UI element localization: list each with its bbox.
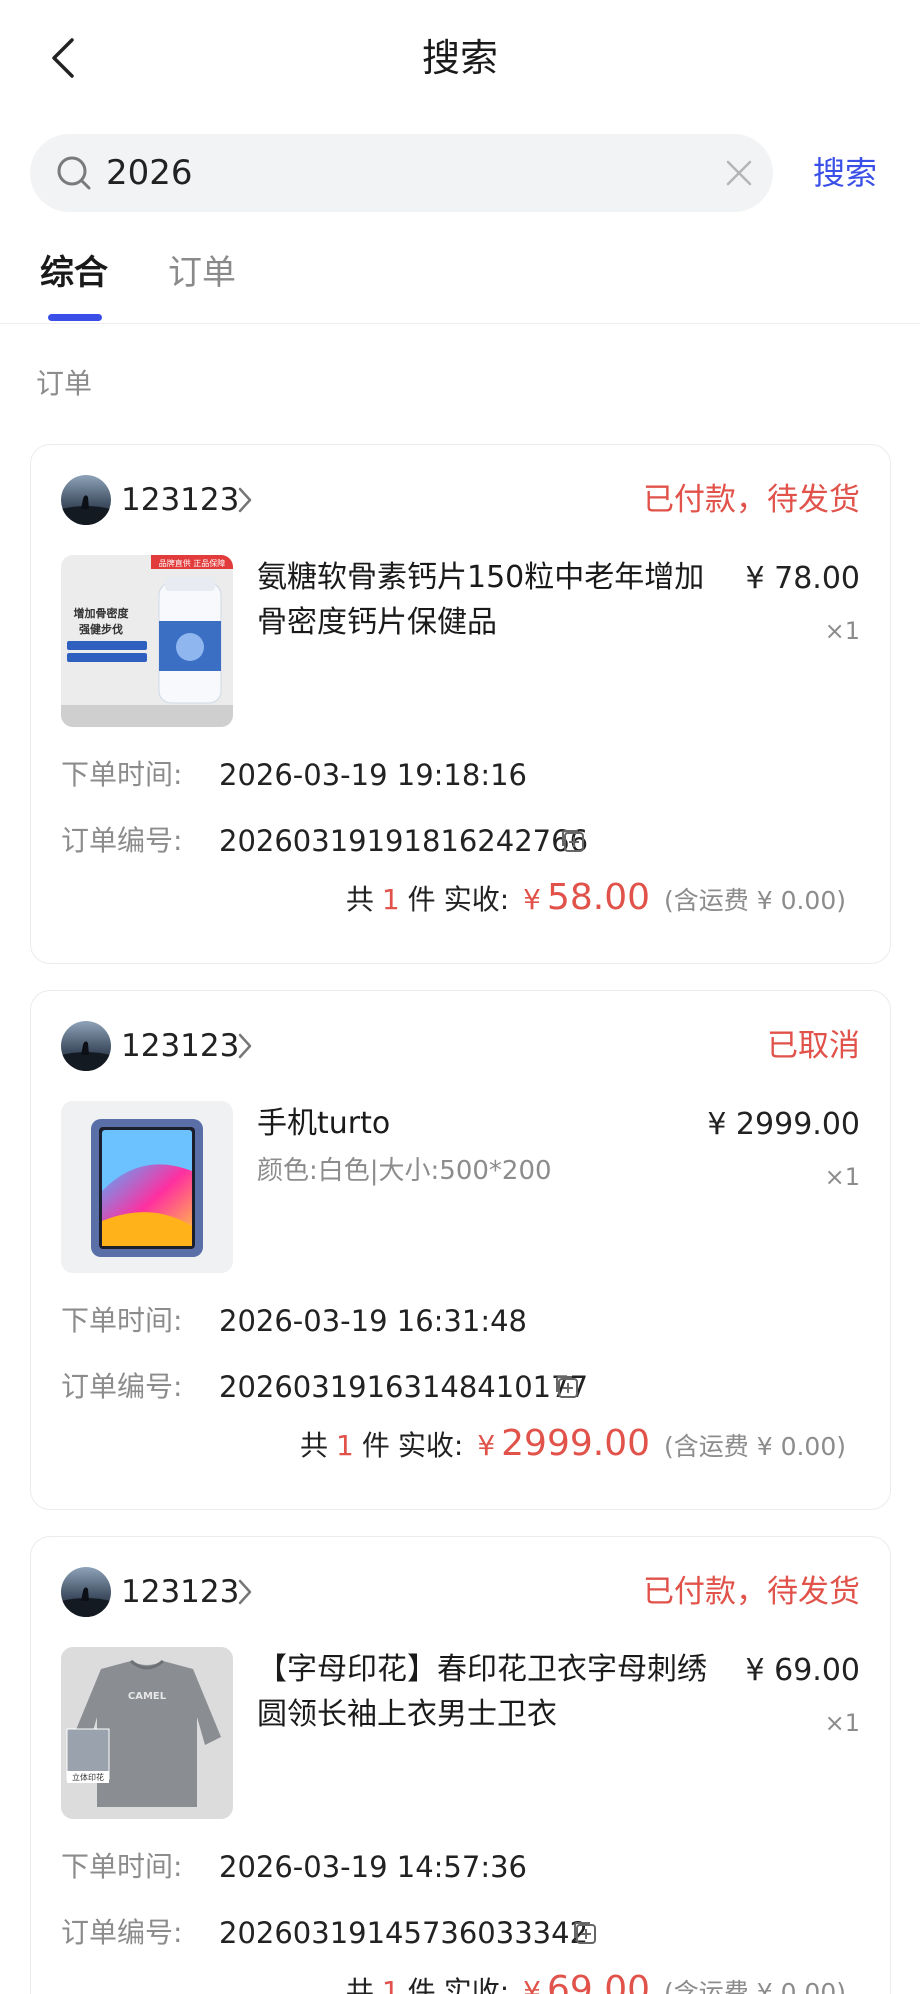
product-image-badge: 立体印花 [72,1772,104,1782]
tab-indicator [48,314,102,321]
product-name[interactable]: 【字母印花】春印花卫衣字母刺绣圆领长袖上衣男士卫衣 [257,1647,707,1737]
total-unit: 件 [407,1975,436,1994]
search-bar[interactable] [30,134,773,212]
shop-name[interactable]: 123123 [121,1021,239,1071]
received-amount: ¥69.00 [523,1969,651,1994]
section-label: 订单 [36,367,93,400]
item-count: 1 [336,1429,354,1462]
chevron-right-icon[interactable] [236,1577,254,1607]
order-status: 已付款，待发货 [643,1574,860,1610]
order-number: 20260319145736033342 [219,1916,589,1950]
product-image[interactable]: CAMEL 立体印花 [61,1647,233,1819]
order-time-label: 下单时间: [61,1850,183,1883]
order-number-label: 订单编号: [61,1916,183,1949]
order-card[interactable]: 123123 已取消 手机turto 颜色:白色|大小:500*200 ¥ 29… [30,990,891,1510]
total-prefix: 共 [345,883,374,916]
shipping-note: (含运费 ¥ 0.00) [664,1978,846,1994]
order-time-label: 下单时间: [61,1304,183,1337]
item-count: 1 [381,1975,400,1994]
order-number: 20260319163148410177 [219,1370,589,1404]
shipping-note: (含运费 ¥ 0.00) [664,1432,846,1461]
order-summary: 共 1 件 实收: ¥2999.00 (含运费 ¥ 0.00) [300,1423,846,1473]
product-image-headline: 增加骨密度 [74,606,130,620]
copy-icon[interactable] [553,1373,581,1401]
product-name[interactable]: 氨糖软骨素钙片150粒中老年增加骨密度钙片保健品 [257,555,707,645]
total-unit: 件 [407,883,436,916]
order-card[interactable]: 123123 已付款，待发货 品牌直供 正品保障 增加骨密度 强健步伐 氨糖软骨… [30,444,891,964]
received-label: 实收: [443,1975,510,1994]
product-quantity: ×1 [824,617,860,645]
avatar [61,1021,111,1071]
order-time: 2026-03-19 16:31:48 [219,1304,527,1338]
product-price: ¥ 2999.00 [707,1107,860,1142]
order-time: 2026-03-19 19:18:16 [219,758,527,792]
order-status: 已付款，待发货 [643,482,860,518]
order-number-label: 订单编号: [61,1370,183,1403]
clear-icon[interactable] [720,154,758,192]
product-spec: 颜色:白色|大小:500*200 [257,1156,552,1186]
header-bar: 搜索 [0,0,920,118]
search-button[interactable]: 搜索 [790,144,900,202]
product-image[interactable] [61,1101,233,1273]
order-status: 已取消 [767,1028,860,1064]
item-count: 1 [381,883,400,916]
copy-icon[interactable] [559,827,587,855]
product-quantity: ×1 [824,1163,860,1191]
order-time-label: 下单时间: [61,758,183,791]
product-image[interactable]: 品牌直供 正品保障 增加骨密度 强健步伐 [61,555,233,727]
order-number: 20260319191816242766 [219,824,589,858]
product-name[interactable]: 手机turto [257,1101,707,1146]
chevron-right-icon[interactable] [236,485,254,515]
received-amount: ¥58.00 [523,877,651,918]
product-image-badge: 品牌直供 正品保障 [159,558,226,568]
order-summary: 共 1 件 实收: ¥69.00 (含运费 ¥ 0.00) [346,1969,846,1994]
received-amount: ¥2999.00 [477,1423,651,1464]
product-price: ¥ 78.00 [745,561,860,596]
chevron-right-icon[interactable] [236,1031,254,1061]
product-image-headline: 强健步伐 [79,622,123,636]
order-card[interactable]: 123123 已付款，待发货 CAMEL 立体印花 【字母印花】春印花卫衣字母刺… [30,1536,891,1994]
copy-icon[interactable] [571,1919,599,1947]
tab-all[interactable]: 综合 [40,248,108,298]
search-icon [57,156,91,190]
received-label: 实收: [443,883,510,916]
total-prefix: 共 [345,1975,374,1994]
total-prefix: 共 [300,1429,329,1462]
search-input[interactable] [106,144,686,202]
page-title: 搜索 [421,36,498,80]
order-time: 2026-03-19 14:57:36 [219,1850,527,1884]
product-image-logo: CAMEL [128,1691,167,1702]
product-quantity: ×1 [824,1709,860,1737]
shipping-note: (含运费 ¥ 0.00) [664,886,846,915]
order-number-label: 订单编号: [61,824,183,857]
tab-bar: 综合 订单 [0,240,920,324]
shop-name[interactable]: 123123 [121,475,239,525]
total-unit: 件 [361,1429,390,1462]
order-summary: 共 1 件 实收: ¥58.00 (含运费 ¥ 0.00) [346,877,846,927]
product-price: ¥ 69.00 [745,1653,860,1688]
avatar [61,1567,111,1617]
received-label: 实收: [397,1429,464,1462]
tab-orders[interactable]: 订单 [168,248,236,298]
shop-name[interactable]: 123123 [121,1567,239,1617]
avatar [61,475,111,525]
